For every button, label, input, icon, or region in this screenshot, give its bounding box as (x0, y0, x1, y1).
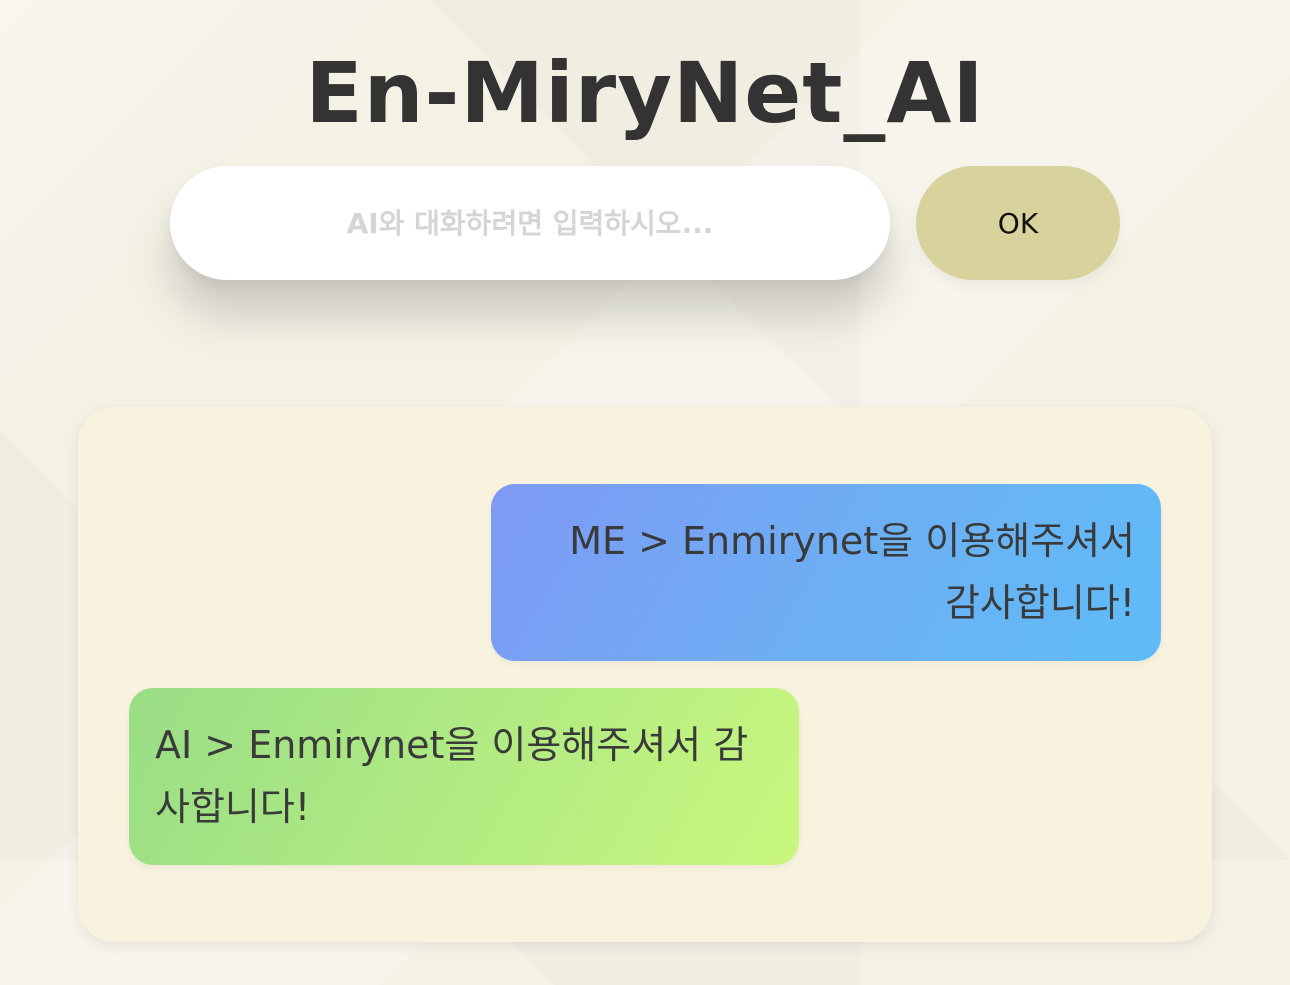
ai-message-bubble: AI > Enmirynet을 이용해주셔서 감사합니다! (129, 688, 799, 865)
chat-log-panel: ME > Enmirynet을 이용해주셔서 감사합니다! AI > Enmir… (78, 407, 1212, 942)
user-message-bubble: ME > Enmirynet을 이용해주셔서 감사합니다! (491, 484, 1161, 661)
ok-button[interactable]: OK (916, 166, 1120, 280)
chat-input[interactable] (170, 166, 890, 280)
chat-input-row: OK (170, 166, 1120, 280)
page-title: En-MiryNet_AI (305, 44, 985, 142)
